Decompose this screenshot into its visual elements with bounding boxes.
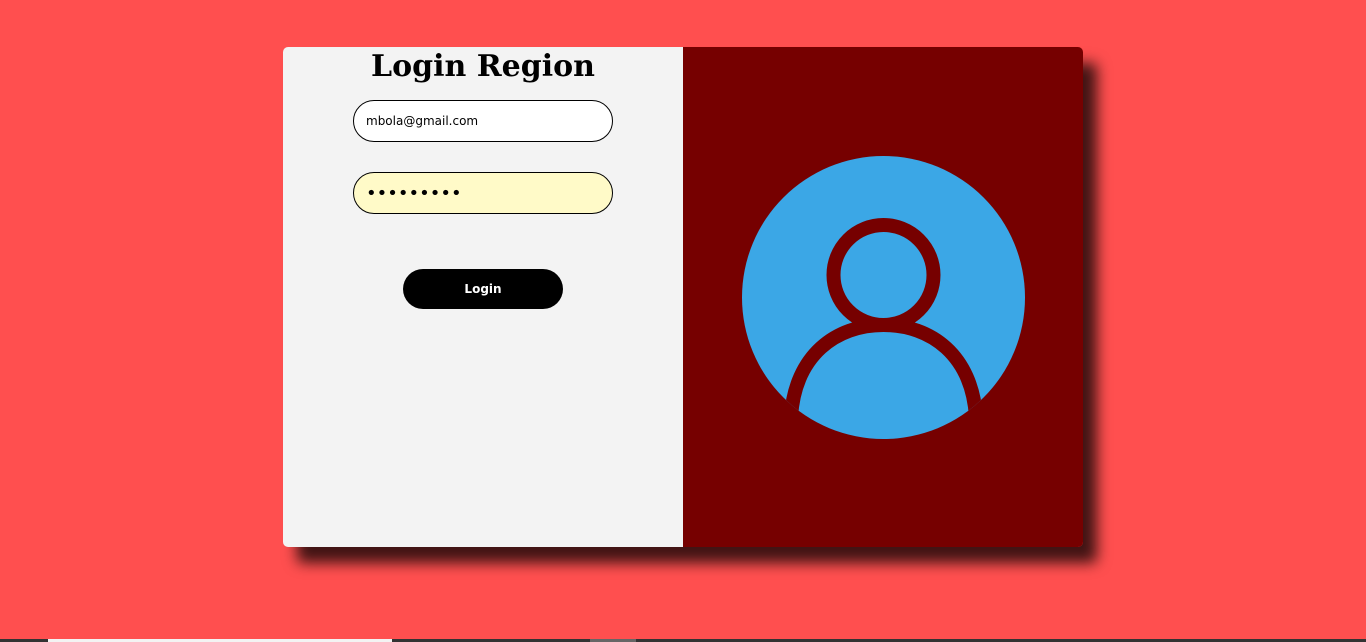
email-input[interactable] bbox=[353, 100, 613, 142]
login-card: Login Region Login bbox=[283, 47, 1083, 547]
login-form-panel: Login Region Login bbox=[283, 47, 683, 547]
login-button[interactable]: Login bbox=[403, 269, 563, 309]
login-title: Login Region bbox=[371, 49, 595, 84]
avatar-circle bbox=[742, 156, 1025, 439]
avatar-panel bbox=[683, 47, 1083, 547]
password-input[interactable] bbox=[353, 172, 613, 214]
user-profile-icon bbox=[742, 156, 1025, 439]
